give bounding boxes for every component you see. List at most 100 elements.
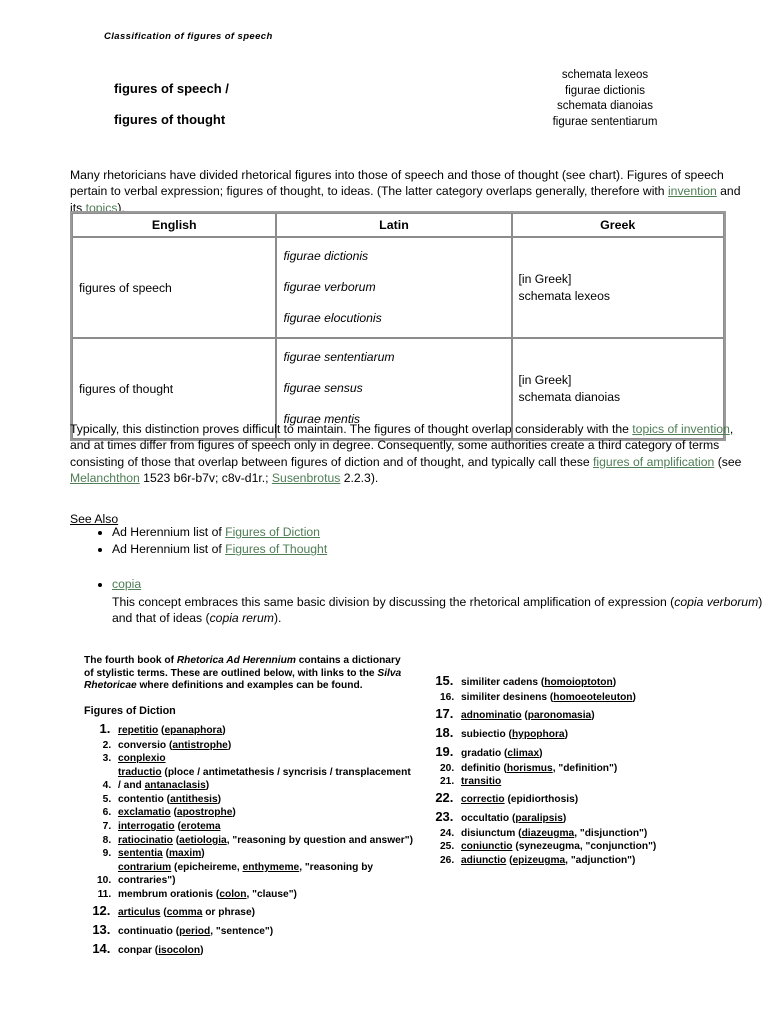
- term-link-adiunctio[interactable]: adiunctio: [461, 855, 506, 866]
- term-list-item: membrum orationis (colon, "clause"): [114, 888, 414, 902]
- link-figures-of-diction[interactable]: Figures of Diction: [225, 525, 320, 539]
- term-link-colon[interactable]: colon: [219, 889, 246, 900]
- term-link-contrarium[interactable]: contrarium: [118, 862, 171, 873]
- see-also-list: Ad Herennium list of Figures of Diction …: [70, 524, 768, 627]
- term-link-comma[interactable]: comma: [167, 907, 203, 918]
- term-text: interrogatio (erotema: [118, 821, 221, 833]
- term-link-enthymeme[interactable]: enthymeme: [243, 862, 300, 873]
- document-page: Classification of figures of speech figu…: [0, 0, 768, 1024]
- term-link-epanaphora[interactable]: epanaphora: [164, 725, 222, 736]
- latin-term: figurae sententiarum: [283, 350, 395, 364]
- classification-table-wrapper: English Latin Greek figures of speech fi…: [70, 211, 726, 441]
- term-text: exclamatio (apostrophe): [118, 807, 236, 819]
- term-link-ratiocinatio[interactable]: ratiocinatio: [118, 835, 173, 846]
- term-link-period[interactable]: period: [179, 926, 210, 937]
- term-link-erotema[interactable]: erotema: [181, 821, 221, 832]
- blurb-part3: where definitions and examples can be fo…: [136, 680, 363, 691]
- term-link-sententia[interactable]: sententia: [118, 848, 163, 859]
- column-header-greek: Greek: [511, 213, 724, 237]
- term-text: repetitio (epanaphora): [118, 724, 226, 736]
- term-text: similiter desinens (homoeoteleuton): [461, 692, 636, 703]
- link-invention[interactable]: invention: [668, 184, 717, 198]
- term-link-paralipsis[interactable]: paralipsis: [515, 813, 563, 824]
- term-text: contrarium (epicheireme, enthymeme, "rea…: [118, 861, 374, 887]
- term-link-antistrophe[interactable]: antistrophe: [172, 740, 227, 751]
- term-link-homoeoteleuton[interactable]: homoeoteleuton: [553, 692, 632, 703]
- term-link-climax[interactable]: climax: [507, 748, 539, 759]
- term-text: occultatio (paralipsis): [461, 812, 567, 824]
- term-link-articulus[interactable]: articulus: [118, 907, 160, 918]
- link-figures-of-amplification[interactable]: figures of amplification: [593, 455, 714, 469]
- intro-text-part1: Many rhetoricians have divided rhetorica…: [70, 168, 724, 199]
- mid-text-part1: Typically, this distinction proves diffi…: [70, 422, 633, 436]
- term-link-apostrophe[interactable]: apostrophe: [177, 807, 232, 818]
- term-link-adnominatio[interactable]: adnominatio: [461, 710, 522, 721]
- term-list-item: subiectio (hypophora): [457, 724, 727, 743]
- term-text: transitio: [461, 775, 501, 789]
- term-link-exclamatio[interactable]: exclamatio: [118, 807, 171, 818]
- term-link-conplexio[interactable]: conplexio: [118, 753, 166, 764]
- figures-of-diction-list-right: similiter cadens (homoioptoton) similiter…: [427, 672, 727, 868]
- term-link-antithesis[interactable]: antithesis: [170, 794, 218, 805]
- term-text: conversio (antistrophe): [118, 739, 232, 751]
- greek-note: [in Greek]: [518, 373, 572, 387]
- mid-text-part3: (see: [714, 454, 742, 469]
- term-link-epizeugma[interactable]: epizeugma: [513, 855, 566, 866]
- term-link-paronomasia[interactable]: paronomasia: [528, 710, 591, 721]
- term-list-item: repetitio (epanaphora): [114, 720, 414, 739]
- term-link-interrogatio[interactable]: interrogatio: [118, 821, 175, 832]
- figures-of-diction-list-left: repetitio (epanaphora) conversio (antistr…: [84, 720, 414, 959]
- term-list-item: traductio (ploce / antimetathesis / sync…: [114, 766, 414, 793]
- term-link-horismus[interactable]: horismus: [507, 763, 553, 774]
- term-text: definitio (horismus, "definition"): [461, 762, 618, 774]
- cell-greek: [in Greek] schemata lexeos: [511, 237, 724, 338]
- term-link-diazeugma[interactable]: diazeugma: [522, 828, 575, 839]
- copia-part1: This concept embraces this same basic di…: [112, 594, 675, 609]
- term-list-item: articulus (comma or phrase): [114, 902, 414, 921]
- title-term-line: figurae sententiarum: [552, 115, 658, 128]
- term-text: gradatio (climax): [461, 747, 543, 759]
- term-list-item: coniunctio (synezeugma, "conjunction"): [457, 840, 727, 854]
- title-term-line: schemata lexeos: [561, 69, 649, 81]
- term-list-item: occultatio (paralipsis): [457, 808, 727, 827]
- blurb-part1: The fourth book of: [84, 655, 177, 666]
- term-list-item: interrogatio (erotema: [114, 820, 414, 834]
- link-figures-of-thought[interactable]: Figures of Thought: [225, 542, 327, 556]
- term-link-repetitio[interactable]: repetitio: [118, 725, 158, 736]
- term-text: conplexio: [118, 752, 166, 766]
- term-list-item: continuatio (period, "sentence"): [114, 921, 414, 940]
- term-list-item: similiter desinens (homoeoteleuton): [457, 691, 727, 705]
- link-copia[interactable]: copia: [112, 577, 141, 591]
- term-link-coniunctio[interactable]: coniunctio: [461, 841, 513, 852]
- term-link-antanaclasis[interactable]: antanaclasis: [145, 780, 206, 791]
- herennium-blurb: The fourth book of Rhetorica Ad Herenniu…: [84, 655, 402, 693]
- term-link-aetiologia[interactable]: aetiologia: [179, 835, 227, 846]
- copia-italic-verborum: copia verborum: [674, 594, 759, 609]
- column-header-latin: Latin: [276, 213, 512, 237]
- term-link-traductio[interactable]: traductio: [118, 767, 162, 778]
- latin-term: figurae elocutionis: [283, 311, 382, 325]
- term-list-item: correctio (epidiorthosis): [457, 789, 727, 808]
- latin-term: figurae dictionis: [283, 249, 369, 263]
- term-text: subiectio (hypophora): [461, 728, 568, 740]
- term-text: sententia (maxim): [118, 848, 205, 860]
- latin-term: figurae verborum: [283, 280, 376, 294]
- greek-term: schemata dianoias: [518, 389, 621, 404]
- term-link-transitio[interactable]: transitio: [461, 776, 501, 787]
- term-link-correctio[interactable]: correctio: [461, 794, 505, 805]
- term-list-item: transitio: [457, 775, 727, 789]
- link-topics-of-invention[interactable]: topics of invention: [632, 422, 730, 436]
- lower-right-column: similiter cadens (homoioptoton) similiter…: [427, 672, 727, 868]
- running-head: Classification of figures of speech: [104, 31, 273, 42]
- term-list-item: gradatio (climax): [457, 743, 727, 762]
- title-term-line: schemata dianoias: [557, 100, 653, 113]
- term-link-hypophora[interactable]: hypophora: [512, 729, 565, 740]
- term-link-homoioptoton[interactable]: homoioptoton: [544, 677, 612, 688]
- term-text: conpar (isocolon): [118, 944, 204, 956]
- term-text: ratiocinatio (aetiologia, "reasoning by …: [118, 834, 413, 846]
- term-link-isocolon[interactable]: isocolon: [158, 945, 200, 956]
- link-melanchthon[interactable]: Melanchthon: [70, 471, 140, 485]
- term-link-maxim[interactable]: maxim: [169, 848, 201, 859]
- term-text: contentio (antithesis): [118, 793, 222, 805]
- link-susenbrotus[interactable]: Susenbrotus: [272, 471, 340, 485]
